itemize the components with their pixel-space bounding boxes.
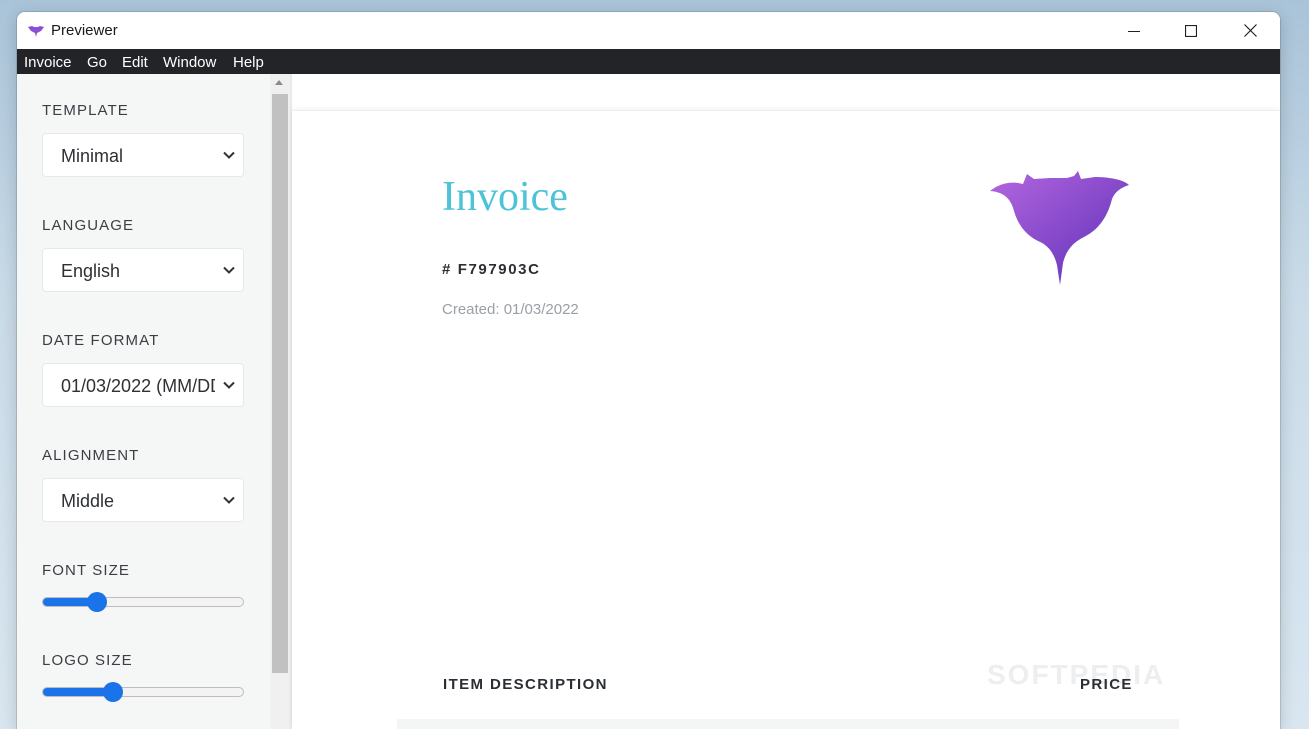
scroll-up-arrow-icon[interactable] bbox=[275, 80, 283, 85]
invoice-page: Invoice # F797903C Created: 01/03/2022 S… bbox=[292, 111, 1280, 729]
item-description-header: ITEM DESCRIPTION bbox=[443, 676, 608, 693]
menu-invoice[interactable]: Invoice bbox=[24, 54, 72, 71]
app-window: Previewer Invoice Go Edit Window Help TE… bbox=[17, 12, 1280, 729]
close-icon bbox=[1243, 24, 1257, 37]
title-bar[interactable]: Previewer bbox=[17, 12, 1280, 49]
scrollbar-thumb[interactable] bbox=[272, 94, 288, 673]
date-format-label: DATE FORMAT bbox=[42, 332, 160, 349]
language-value: English bbox=[61, 261, 121, 281]
price-header: PRICE bbox=[1080, 676, 1133, 693]
template-select[interactable]: Minimal bbox=[42, 133, 244, 177]
table-header-rule bbox=[397, 719, 1179, 729]
menu-window[interactable]: Window bbox=[163, 54, 216, 71]
invoice-created-date: Created: 01/03/2022 bbox=[442, 301, 579, 318]
chevron-down-icon bbox=[215, 249, 243, 291]
window-title: Previewer bbox=[51, 22, 118, 39]
language-label: LANGUAGE bbox=[42, 217, 135, 234]
minimize-icon bbox=[1128, 30, 1140, 32]
logo-size-label: LOGO SIZE bbox=[42, 652, 133, 669]
sidebar-scrollbar[interactable] bbox=[270, 74, 290, 729]
softpedia-watermark: SOFTPEDIA bbox=[987, 659, 1166, 690]
close-button[interactable] bbox=[1221, 12, 1279, 49]
date-format-select[interactable]: 01/03/2022 (MM/DD/YYYY) bbox=[42, 363, 244, 407]
logo-size-slider[interactable] bbox=[42, 682, 244, 702]
alignment-select[interactable]: Middle bbox=[42, 478, 244, 522]
language-select[interactable]: English bbox=[42, 248, 244, 292]
font-size-slider[interactable] bbox=[42, 592, 244, 612]
chevron-down-icon bbox=[215, 364, 243, 406]
menu-help[interactable]: Help bbox=[233, 54, 264, 71]
chevron-down-icon bbox=[215, 134, 243, 176]
manta-ray-logo bbox=[990, 171, 1129, 285]
minimize-button[interactable] bbox=[1105, 12, 1163, 49]
slider-thumb[interactable] bbox=[86, 592, 107, 612]
alignment-value: Middle bbox=[61, 491, 115, 511]
chevron-down-icon bbox=[215, 479, 243, 521]
invoice-preview: Invoice # F797903C Created: 01/03/2022 S… bbox=[292, 74, 1280, 729]
invoice-number: # F797903C bbox=[442, 261, 541, 278]
template-value: Minimal bbox=[61, 146, 124, 166]
slider-track bbox=[42, 687, 244, 697]
menu-edit[interactable]: Edit bbox=[122, 54, 148, 71]
settings-sidebar: TEMPLATE Minimal LANGUAGE English DATE F… bbox=[17, 74, 270, 729]
menu-bar: Invoice Go Edit Window Help bbox=[17, 49, 1280, 74]
manta-ray-icon bbox=[28, 26, 44, 37]
preview-header-strip bbox=[292, 74, 1280, 110]
maximize-icon bbox=[1185, 24, 1197, 37]
template-label: TEMPLATE bbox=[42, 102, 129, 119]
alignment-label: ALIGNMENT bbox=[42, 447, 140, 464]
slider-thumb[interactable] bbox=[102, 682, 123, 702]
maximize-button[interactable] bbox=[1162, 12, 1220, 49]
slider-track bbox=[42, 597, 244, 607]
invoice-title: Invoice bbox=[442, 174, 568, 220]
menu-go[interactable]: Go bbox=[87, 54, 107, 71]
font-size-label: FONT SIZE bbox=[42, 562, 130, 579]
